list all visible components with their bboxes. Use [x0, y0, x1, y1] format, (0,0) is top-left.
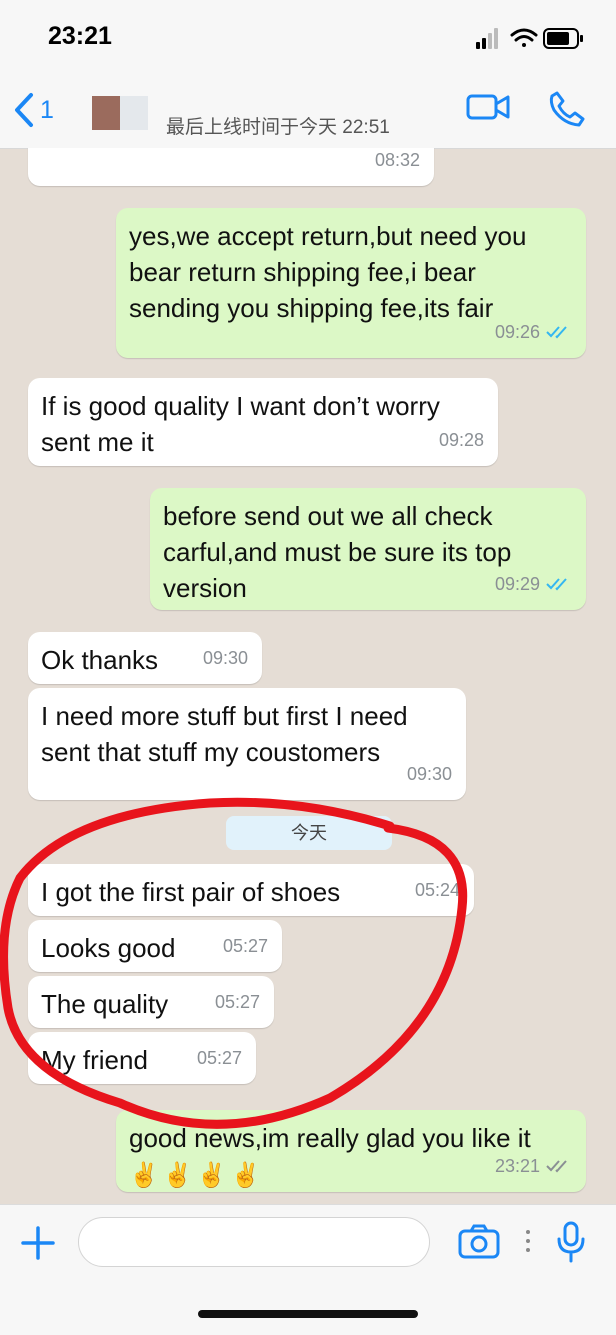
microphone-icon[interactable]: [556, 1221, 586, 1263]
message-time: 09:28: [438, 430, 484, 450]
message-text: yes,we accept return,but need you bear r…: [129, 221, 527, 323]
message-text: Ok thanks: [41, 645, 159, 675]
emoji-text: ✌️✌️✌️✌️: [129, 1162, 265, 1189]
chat-area[interactable]: 08:32 yes,we accept return,but need you …: [0, 148, 616, 1204]
message-time: 05:24: [414, 880, 460, 900]
message-text: Looks good: [41, 933, 176, 963]
system-icons: [476, 26, 586, 52]
plus-icon[interactable]: [20, 1225, 56, 1261]
message-time: 08:32: [374, 150, 420, 170]
message-outgoing[interactable]: before send out we all check carful,and …: [150, 488, 586, 610]
message-text: My friend: [41, 1045, 148, 1075]
message-input[interactable]: [78, 1217, 430, 1267]
message-incoming[interactable]: 08:32: [28, 148, 434, 186]
message-incoming[interactable]: If is good quality I want don’t worry se…: [28, 378, 498, 466]
date-divider: 今天: [226, 816, 392, 850]
camera-icon[interactable]: [458, 1223, 500, 1259]
unread-count: 1: [40, 95, 54, 124]
message-time: 05:27: [196, 1048, 242, 1068]
back-button[interactable]: 1: [12, 90, 54, 130]
message-time: 09:29: [494, 574, 540, 594]
message-text: I got the first pair of shoes: [41, 877, 341, 907]
chevron-left-icon: [15, 93, 33, 127]
read-receipt-icon: [546, 326, 567, 339]
message-outgoing[interactable]: yes,we accept return,but need you bear r…: [116, 208, 586, 358]
message-incoming[interactable]: Looks good 05:27: [28, 920, 282, 972]
battery-icon: [543, 28, 583, 49]
phone-icon[interactable]: [548, 90, 586, 128]
last-seen-status: 最后上线时间于今天 22:51: [166, 117, 390, 138]
message-time: 09:30: [406, 764, 452, 784]
message-incoming[interactable]: The quality 05:27: [28, 976, 274, 1028]
delivered-receipt-icon: [546, 1160, 567, 1173]
message-time: 23:21: [494, 1156, 540, 1176]
status-bar: 23:21: [0, 0, 616, 78]
video-call-icon[interactable]: [466, 90, 510, 124]
avatar[interactable]: [92, 96, 148, 140]
message-time: 09:26: [494, 322, 540, 342]
message-time: 05:27: [222, 936, 268, 956]
signal-icon: [476, 28, 498, 49]
home-indicator[interactable]: [198, 1310, 418, 1318]
read-receipt-icon: [546, 578, 567, 591]
message-text: good news,im really glad you like it: [129, 1123, 531, 1153]
message-text: The quality: [41, 989, 169, 1019]
message-time: 05:27: [214, 992, 260, 1012]
message-time: 09:30: [202, 648, 248, 668]
wifi-icon: [510, 28, 538, 47]
message-incoming[interactable]: Ok thanks 09:30: [28, 632, 262, 684]
message-outgoing[interactable]: good news,im really glad you like it ✌️✌…: [116, 1110, 586, 1192]
more-dots-icon[interactable]: [524, 1229, 532, 1253]
message-incoming[interactable]: I got the first pair of shoes 05:24: [28, 864, 474, 916]
message-incoming[interactable]: I need more stuff but first I need sent …: [28, 688, 466, 800]
chat-header: 1 最后上线时间于今天 22:51: [0, 78, 616, 149]
status-time: 23:21: [48, 22, 112, 50]
message-text: I need more stuff but first I need sent …: [41, 701, 408, 767]
message-incoming[interactable]: My friend 05:27: [28, 1032, 256, 1084]
message-text: If is good quality I want don’t worry se…: [41, 391, 440, 457]
message-text: before send out we all check carful,and …: [163, 501, 512, 603]
